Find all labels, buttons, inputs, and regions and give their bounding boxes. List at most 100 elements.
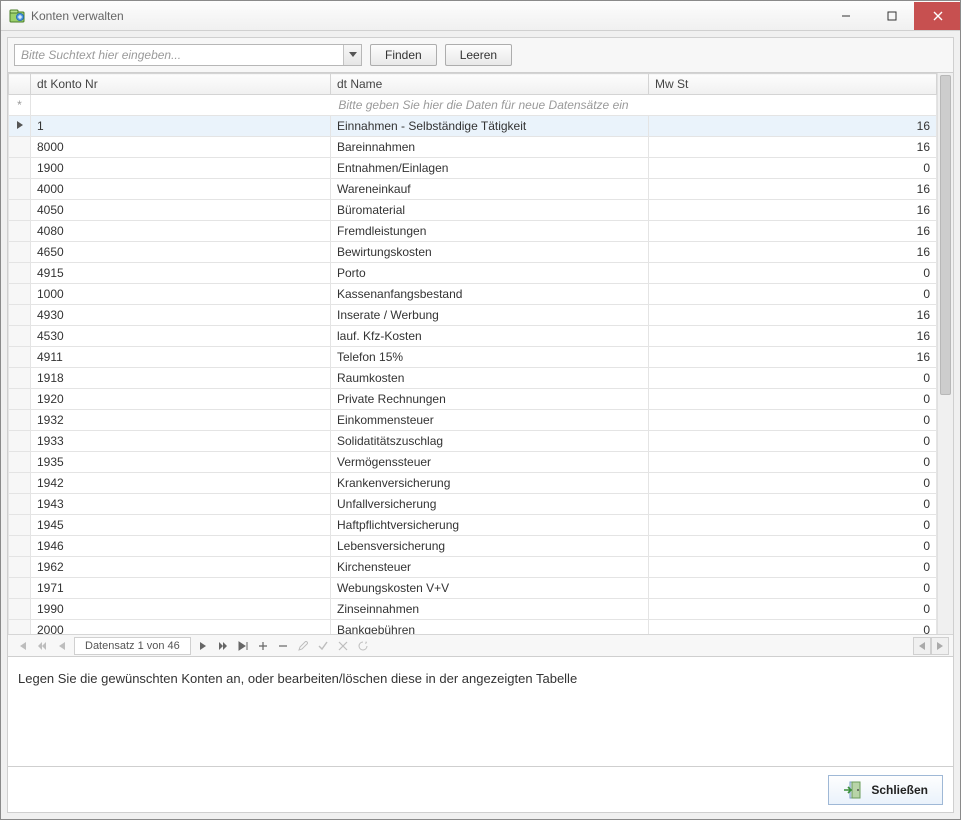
nav-refresh-button[interactable]	[353, 637, 373, 655]
nav-last-button[interactable]	[233, 637, 253, 655]
cell-name[interactable]: Telefon 15%	[331, 347, 649, 368]
cell-mwst[interactable]: 16	[649, 326, 937, 347]
cell-konto-nr[interactable]: 4050	[31, 200, 331, 221]
cell-mwst[interactable]: 16	[649, 116, 937, 137]
column-header-name[interactable]: dt Name	[331, 74, 649, 95]
cell-konto-nr[interactable]: 4650	[31, 242, 331, 263]
cell-name[interactable]: Zinseinnahmen	[331, 599, 649, 620]
cell-mwst[interactable]: 0	[649, 515, 937, 536]
cell-mwst[interactable]: 0	[649, 452, 937, 473]
table-row[interactable]: 1920Private Rechnungen0	[9, 389, 937, 410]
clear-button[interactable]: Leeren	[445, 44, 512, 66]
vertical-scroll-thumb[interactable]	[940, 75, 951, 395]
nav-add-button[interactable]	[253, 637, 273, 655]
cell-name[interactable]: Kassenanfangsbestand	[331, 284, 649, 305]
table-row[interactable]: 4050Büromaterial16	[9, 200, 937, 221]
table-row[interactable]: 1918Raumkosten0	[9, 368, 937, 389]
cell-name[interactable]: Lebensversicherung	[331, 536, 649, 557]
close-window-button[interactable]	[914, 2, 960, 30]
cell-name[interactable]: Kirchensteuer	[331, 557, 649, 578]
cell-mwst[interactable]: 0	[649, 473, 937, 494]
maximize-button[interactable]	[868, 2, 914, 30]
table-row[interactable]: 1935Vermögenssteuer0	[9, 452, 937, 473]
nav-edit-button[interactable]	[293, 637, 313, 655]
table-row[interactable]: 1Einnahmen - Selbständige Tätigkeit16	[9, 116, 937, 137]
cell-konto-nr[interactable]: 1971	[31, 578, 331, 599]
nav-end-edit-button[interactable]	[313, 637, 333, 655]
cell-mwst[interactable]: 0	[649, 158, 937, 179]
table-row[interactable]: 1933Solidatitätszuschlag0	[9, 431, 937, 452]
table-row[interactable]: 4915Porto0	[9, 263, 937, 284]
new-row[interactable]: *Bitte geben Sie hier die Daten für neue…	[9, 95, 937, 116]
cell-konto-nr[interactable]: 4915	[31, 263, 331, 284]
cell-name[interactable]: Webungskosten V+V	[331, 578, 649, 599]
cell-name[interactable]: Entnahmen/Einlagen	[331, 158, 649, 179]
column-header-konto-nr[interactable]: dt Konto Nr	[31, 74, 331, 95]
table-row[interactable]: 4930Inserate / Werbung16	[9, 305, 937, 326]
find-button[interactable]: Finden	[370, 44, 437, 66]
table-row[interactable]: 4530lauf. Kfz-Kosten16	[9, 326, 937, 347]
minimize-button[interactable]	[822, 2, 868, 30]
nav-prev-page-button[interactable]	[32, 637, 52, 655]
table-row[interactable]: 1971Webungskosten V+V0	[9, 578, 937, 599]
cell-mwst[interactable]: 0	[649, 284, 937, 305]
table-row[interactable]: 1946Lebensversicherung0	[9, 536, 937, 557]
table-row[interactable]: 1932Einkommensteuer0	[9, 410, 937, 431]
cell-konto-nr[interactable]: 1	[31, 116, 331, 137]
cell-name[interactable]: Bankgebühren	[331, 620, 649, 635]
cell-konto-nr[interactable]: 1900	[31, 158, 331, 179]
cell-name[interactable]: lauf. Kfz-Kosten	[331, 326, 649, 347]
cell-konto-nr[interactable]: 1943	[31, 494, 331, 515]
table-row[interactable]: 4911Telefon 15%16	[9, 347, 937, 368]
cell-konto-nr[interactable]: 1932	[31, 410, 331, 431]
cell-name[interactable]: Private Rechnungen	[331, 389, 649, 410]
table-row[interactable]: 1943Unfallversicherung0	[9, 494, 937, 515]
table-row[interactable]: 2000Bankgebühren0	[9, 620, 937, 635]
table-row[interactable]: 4080Fremdleistungen16	[9, 221, 937, 242]
cell-name[interactable]: Einnahmen - Selbständige Tätigkeit	[331, 116, 649, 137]
cell-konto-nr[interactable]: 1962	[31, 557, 331, 578]
cell-name[interactable]: Bareinnahmen	[331, 137, 649, 158]
cell-konto-nr[interactable]: 4911	[31, 347, 331, 368]
hscroll-right-button[interactable]	[931, 637, 949, 655]
nav-next-button[interactable]	[193, 637, 213, 655]
cell-mwst[interactable]: 0	[649, 578, 937, 599]
cell-name[interactable]: Vermögenssteuer	[331, 452, 649, 473]
nav-next-page-button[interactable]	[213, 637, 233, 655]
cell-konto-nr[interactable]: 1942	[31, 473, 331, 494]
nav-first-button[interactable]	[12, 637, 32, 655]
cell-konto-nr[interactable]: 1918	[31, 368, 331, 389]
cell-mwst[interactable]: 0	[649, 620, 937, 635]
cell-mwst[interactable]: 0	[649, 536, 937, 557]
cell-konto-nr[interactable]: 4080	[31, 221, 331, 242]
cell-konto-nr[interactable]: 4930	[31, 305, 331, 326]
table-row[interactable]: 4650Bewirtungskosten16	[9, 242, 937, 263]
table-row[interactable]: 4000Wareneinkauf16	[9, 179, 937, 200]
cell-konto-nr[interactable]: 1935	[31, 452, 331, 473]
cell-name[interactable]: Raumkosten	[331, 368, 649, 389]
table-row[interactable]: 1962Kirchensteuer0	[9, 557, 937, 578]
table-row[interactable]: 1945Haftpflichtversicherung0	[9, 515, 937, 536]
cell-mwst[interactable]: 16	[649, 179, 937, 200]
cell-mwst[interactable]: 0	[649, 389, 937, 410]
cell-mwst[interactable]: 16	[649, 347, 937, 368]
table-row[interactable]: 1990Zinseinnahmen0	[9, 599, 937, 620]
cell-name[interactable]: Fremdleistungen	[331, 221, 649, 242]
table-row[interactable]: 1942Krankenversicherung0	[9, 473, 937, 494]
cell-name[interactable]: Porto	[331, 263, 649, 284]
cell-konto-nr[interactable]: 2000	[31, 620, 331, 635]
cell-name[interactable]: Einkommensteuer	[331, 410, 649, 431]
close-button[interactable]: Schließen	[828, 775, 943, 805]
cell-mwst[interactable]: 0	[649, 368, 937, 389]
cell-konto-nr[interactable]: 1946	[31, 536, 331, 557]
table-row[interactable]: 1900Entnahmen/Einlagen0	[9, 158, 937, 179]
cell-mwst[interactable]: 0	[649, 557, 937, 578]
cell-mwst[interactable]: 0	[649, 410, 937, 431]
nav-cancel-edit-button[interactable]	[333, 637, 353, 655]
cell-mwst[interactable]: 16	[649, 305, 937, 326]
cell-name[interactable]: Solidatitätszuschlag	[331, 431, 649, 452]
cell-name[interactable]: Bewirtungskosten	[331, 242, 649, 263]
cell-konto-nr[interactable]: 1945	[31, 515, 331, 536]
hscroll-left-button[interactable]	[913, 637, 931, 655]
cell-mwst[interactable]: 0	[649, 494, 937, 515]
